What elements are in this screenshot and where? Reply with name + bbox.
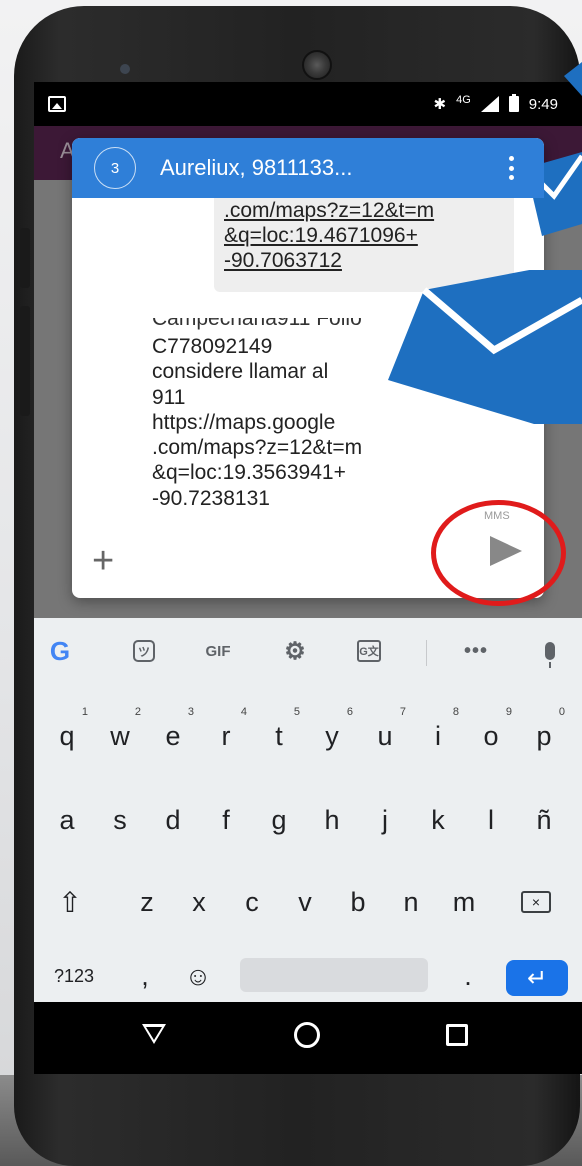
navigation-bar: [34, 1002, 582, 1074]
key-c[interactable]: c: [227, 874, 277, 930]
key-r[interactable]: r4: [201, 706, 251, 766]
comma-key[interactable]: ,: [130, 956, 160, 996]
microphone-icon: [545, 642, 555, 668]
key-p[interactable]: p0: [519, 706, 569, 766]
sticker-button[interactable]: ツ: [130, 638, 158, 664]
key-q[interactable]: q1: [42, 706, 92, 766]
back-icon-inner: [146, 1027, 162, 1040]
enter-button[interactable]: ↵: [506, 960, 568, 996]
bluetooth-icon: ✱: [433, 96, 447, 113]
attach-button[interactable]: +: [92, 542, 114, 580]
earpiece-speaker: [302, 50, 332, 80]
keyboard-toolbar: G ツ GIF ⚙ G文 •••: [34, 618, 582, 682]
key-z[interactable]: z: [122, 874, 172, 930]
link-line[interactable]: &q=loc:19.4671096+: [224, 223, 504, 248]
key-m[interactable]: m: [439, 874, 489, 930]
recent-apps-icon[interactable]: [446, 1024, 468, 1046]
settings-gear-icon[interactable]: ⚙: [280, 638, 310, 665]
microphone-button[interactable]: [540, 638, 560, 668]
key-v[interactable]: v: [280, 874, 330, 930]
key-u[interactable]: u7: [360, 706, 410, 766]
backspace-icon: ×: [521, 891, 551, 913]
image-notification-icon: [48, 96, 66, 112]
google-search-icon[interactable]: G: [44, 636, 76, 666]
side-button: [20, 306, 30, 416]
key-k[interactable]: k: [413, 792, 463, 848]
translate-icon: G文: [357, 640, 381, 662]
link-line[interactable]: .com/maps?z=12&t=m: [224, 198, 504, 223]
dialog-header: 3 Aureliux, 9811133...: [72, 138, 544, 198]
key-f[interactable]: f: [201, 792, 251, 848]
compose-text[interactable]: C778092149 considere llamar al 911 https…: [152, 334, 412, 511]
highlight-circle: [431, 500, 566, 606]
key-l[interactable]: l: [466, 792, 516, 848]
key-b[interactable]: b: [333, 874, 383, 930]
key-h[interactable]: h: [307, 792, 357, 848]
envelope-fragment-icon: [564, 62, 582, 96]
space-bar[interactable]: [240, 958, 428, 992]
large-envelope-icon: [388, 270, 582, 424]
sticker-icon: ツ: [133, 640, 155, 662]
key-w[interactable]: w2: [95, 706, 145, 766]
toolbar-divider: [426, 640, 427, 666]
side-button: [20, 228, 30, 288]
message-count-badge: 3: [94, 147, 136, 189]
network-type: 4G: [456, 94, 471, 106]
key-e[interactable]: e3: [148, 706, 198, 766]
key-s[interactable]: s: [95, 792, 145, 848]
home-icon[interactable]: [294, 1022, 320, 1048]
conversation-title[interactable]: Aureliux, 9811133...: [160, 155, 352, 181]
more-options-icon[interactable]: [508, 156, 514, 180]
backspace-button[interactable]: ×: [508, 874, 564, 930]
period-key[interactable]: .: [448, 956, 488, 996]
shift-icon[interactable]: ⇧: [42, 874, 98, 930]
keyboard: G ツ GIF ⚙ G文 ••• q1 w2 e3 r4 t5 y6 u7 i8…: [34, 618, 582, 1002]
emoji-icon[interactable]: ☺: [176, 956, 220, 996]
key-n-tilde[interactable]: ñ: [519, 792, 569, 848]
key-t[interactable]: t5: [254, 706, 304, 766]
key-o[interactable]: o9: [466, 706, 516, 766]
gif-button[interactable]: GIF: [196, 638, 240, 664]
key-a[interactable]: a: [42, 792, 92, 848]
symbols-key[interactable]: ?123: [42, 956, 106, 996]
message-text-clipped: Campechana911 Folio: [152, 318, 362, 330]
translate-button[interactable]: G文: [354, 638, 384, 664]
key-g[interactable]: g: [254, 792, 304, 848]
key-y[interactable]: y6: [307, 706, 357, 766]
key-d[interactable]: d: [148, 792, 198, 848]
key-x[interactable]: x: [174, 874, 224, 930]
front-camera: [120, 64, 130, 74]
key-i[interactable]: i8: [413, 706, 463, 766]
more-icon[interactable]: •••: [456, 638, 496, 664]
key-n[interactable]: n: [386, 874, 436, 930]
key-j[interactable]: j: [360, 792, 410, 848]
